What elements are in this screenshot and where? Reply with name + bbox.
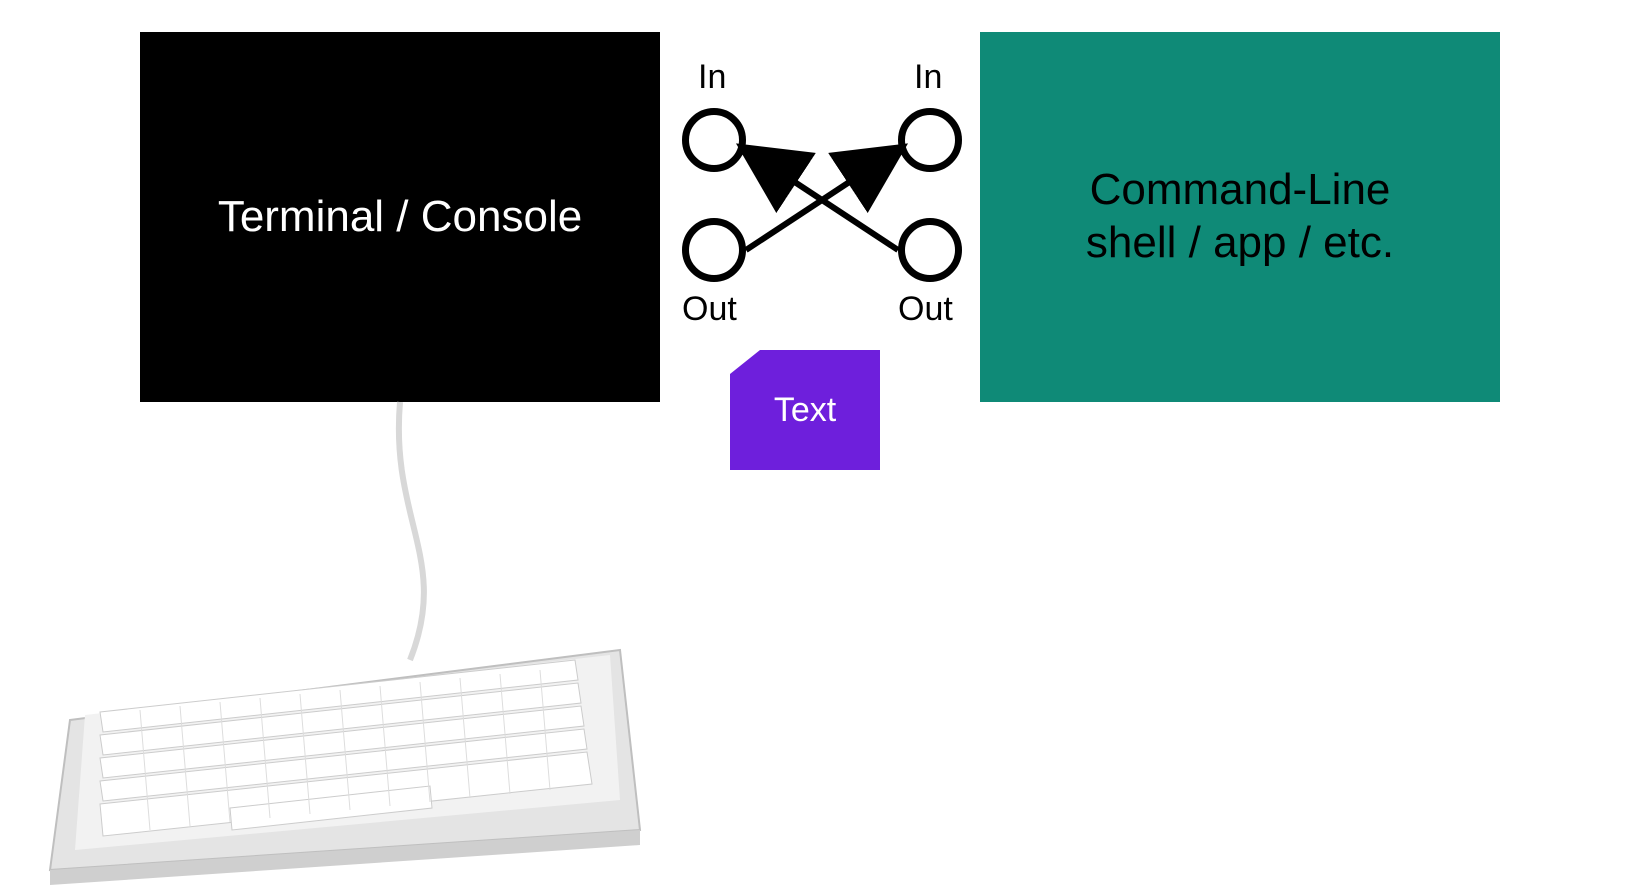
diagram-canvas: Terminal / Console Command-Line shell / … <box>0 0 1650 891</box>
terminal-out-port-icon <box>682 218 746 282</box>
terminal-out-label: Out <box>682 290 737 329</box>
text-note: Text <box>730 350 880 470</box>
terminal-in-label: In <box>698 58 726 97</box>
app-label: Command-Line shell / app / etc. <box>1086 164 1394 270</box>
app-out-label: Out <box>898 290 953 329</box>
text-note-label: Text <box>774 391 836 430</box>
arrow-app-out-to-terminal-in-icon <box>746 150 898 250</box>
app-in-port-icon <box>898 108 962 172</box>
app-out-port-icon <box>898 218 962 282</box>
keyboard-icon <box>50 650 640 885</box>
arrow-terminal-out-to-app-in-icon <box>746 150 898 250</box>
app-in-label: In <box>914 58 942 97</box>
terminal-label: Terminal / Console <box>218 192 582 242</box>
app-label-line1: Command-Line <box>1090 165 1391 214</box>
terminal-in-port-icon <box>682 108 746 172</box>
app-label-line2: shell / app / etc. <box>1086 218 1394 267</box>
terminal-box: Terminal / Console <box>140 32 660 402</box>
keyboard-cable-icon <box>399 402 424 660</box>
command-line-app-box: Command-Line shell / app / etc. <box>980 32 1500 402</box>
